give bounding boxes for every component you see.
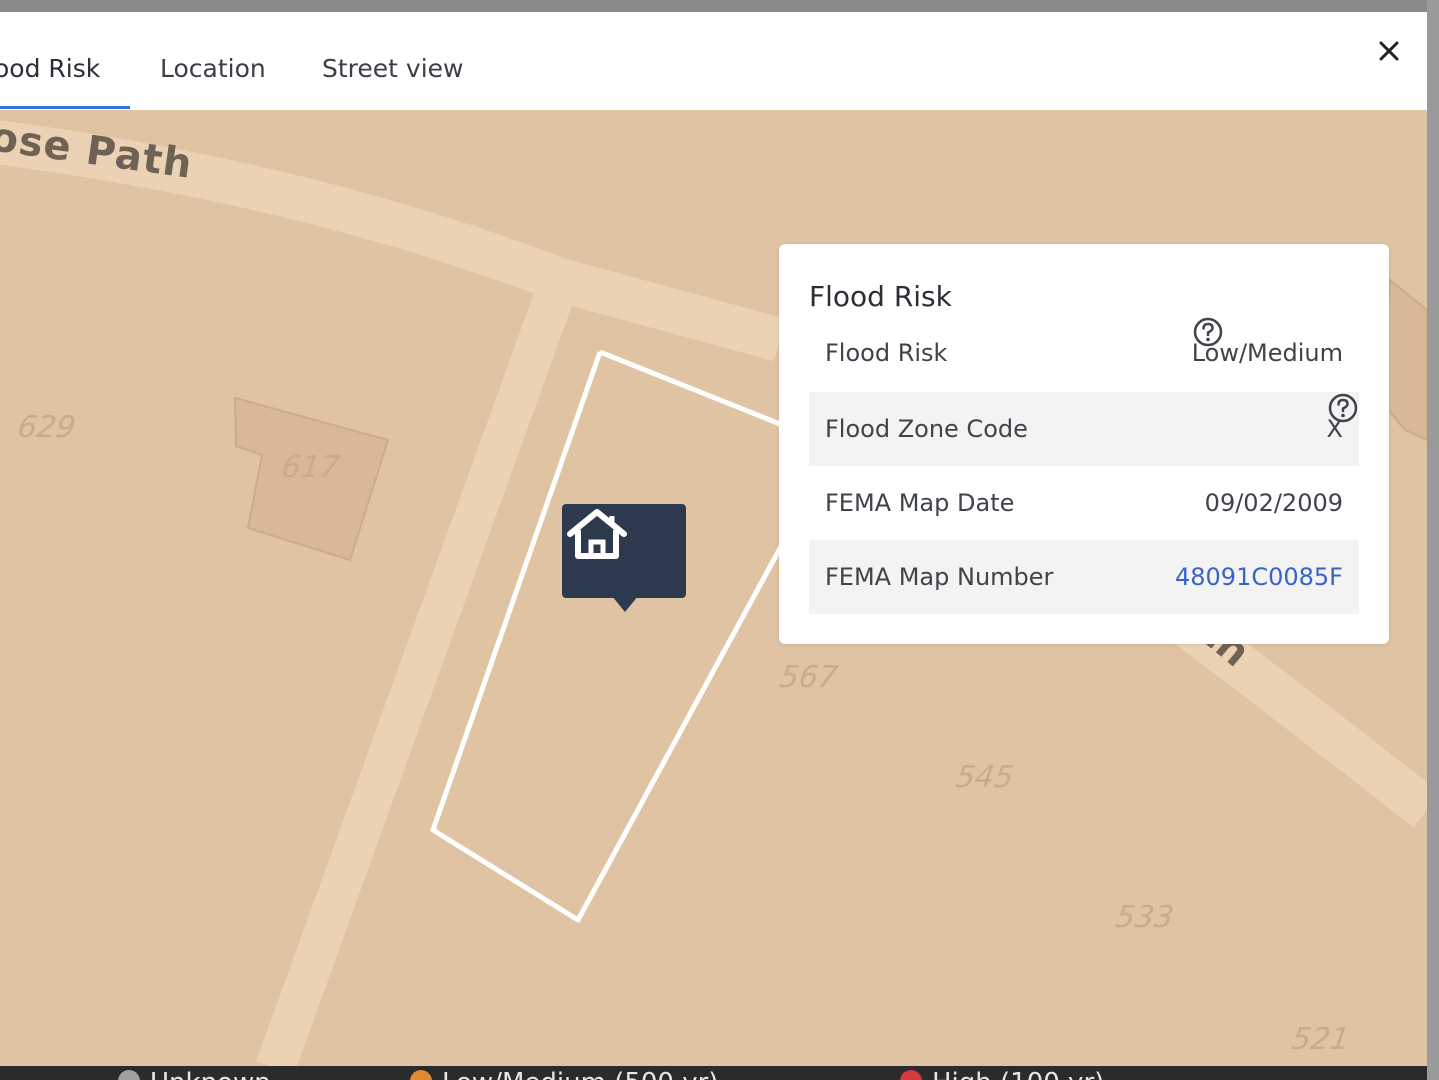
flood-risk-row: Flood Risk Low/Medium [809,316,1359,390]
tab-street-view[interactable]: Street view [322,54,463,83]
legend-dot-high [900,1070,922,1080]
parcel-number: 521 [1289,1022,1352,1057]
legend-label: Low/Medium (500 yr) [442,1070,718,1080]
close-icon [1379,41,1399,61]
row-label: Flood Risk [825,339,948,367]
parcel-number: 617 [279,450,342,485]
property-details-modal: ood Risk Location Street view ose Path s… [0,12,1427,1068]
tab-location[interactable]: Location [160,54,266,83]
row-label: FEMA Map Number [825,563,1054,591]
backdrop-overlay [1427,0,1439,1080]
parcel-number: 545 [953,760,1016,795]
fema-map-date-row: FEMA Map Date 09/02/2009 [809,466,1359,540]
legend-dot-low-medium [410,1070,432,1080]
flood-zone-code-row: Flood Zone Code X [809,392,1359,466]
property-marker[interactable] [562,504,686,598]
question-circle-icon[interactable] [1327,392,1359,424]
modal-tab-bar: ood Risk Location Street view [0,12,1427,110]
row-label: FEMA Map Date [825,489,1015,517]
question-circle-icon[interactable] [1192,316,1224,348]
legend-label: High (100 yr) [932,1070,1104,1080]
panel-title: Flood Risk [809,280,952,313]
parcel-number: 567 [777,660,840,695]
row-label: Flood Zone Code [825,415,1028,443]
flood-risk-panel: Flood Risk Flood Risk Low/Medium Flood Z… [779,244,1389,644]
close-button[interactable] [1372,34,1406,68]
parcel-number: 533 [1113,900,1176,935]
row-value: 09/02/2009 [1204,489,1343,517]
tab-flood-risk[interactable]: ood Risk [0,54,100,83]
flood-map[interactable]: ose Path se Path 629 617 567 545 533 521… [0,110,1427,1068]
fema-map-number-row: FEMA Map Number 48091C0085F [809,540,1359,614]
legend-label: Unknown [150,1070,271,1080]
active-tab-indicator [0,106,130,109]
marker-pointer [612,596,638,612]
fema-map-number-link[interactable]: 48091C0085F [1175,540,1343,614]
house-icon [567,509,627,559]
map-legend: Unknown Low/Medium (500 yr) High (100 yr… [0,1066,1427,1080]
legend-dot-unknown [118,1070,140,1080]
parcel-number: 629 [15,410,78,445]
